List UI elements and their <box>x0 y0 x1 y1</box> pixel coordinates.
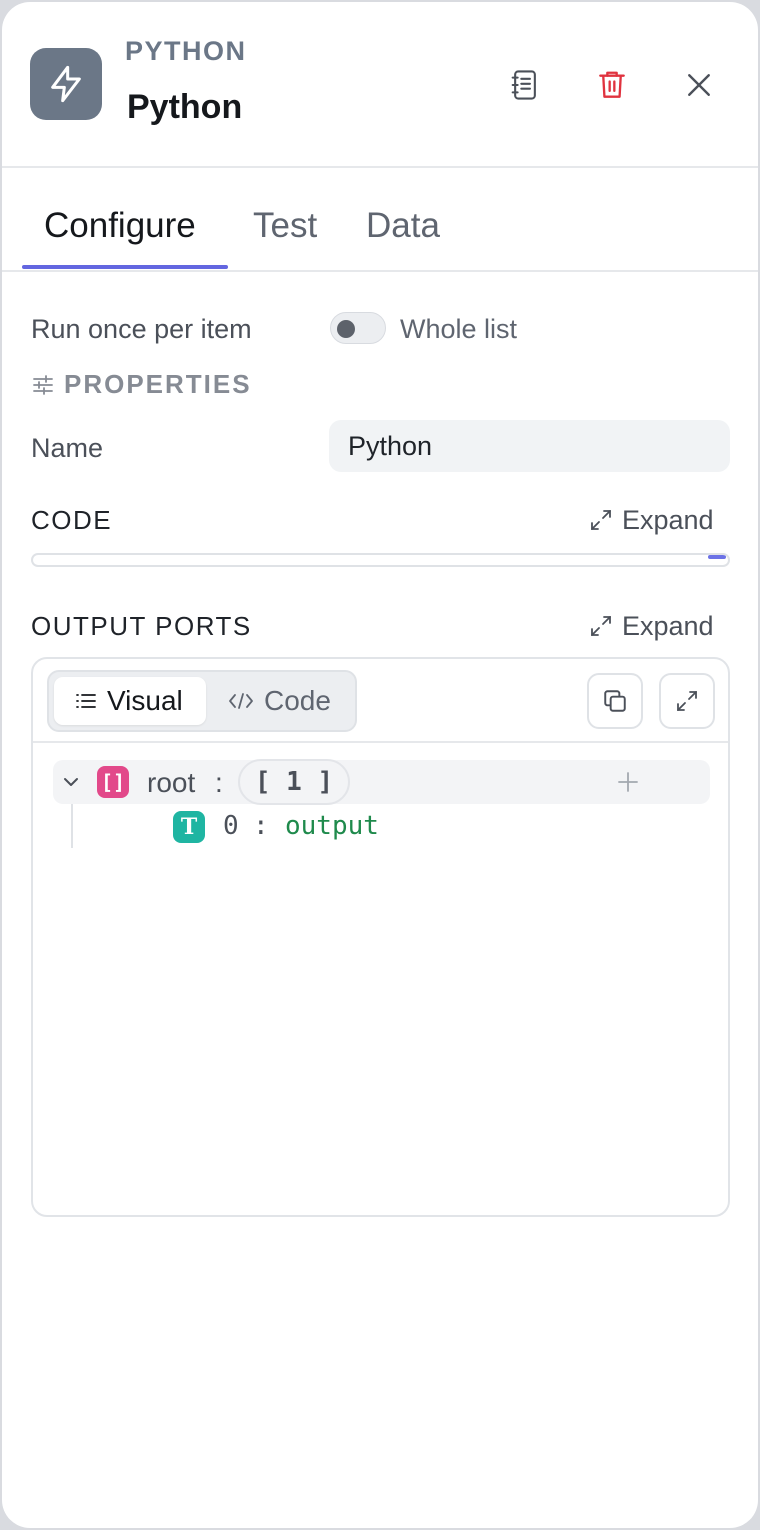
editor-toolbar: Visual Code <box>33 659 728 743</box>
code-editor[interactable] <box>31 553 730 567</box>
tab-configure[interactable]: Configure <box>44 206 196 246</box>
trash-icon <box>599 71 625 98</box>
panel-header: PYTHON Python <box>2 2 758 168</box>
root-colon: : <box>215 767 223 798</box>
code-icon <box>229 693 253 709</box>
output-ports-title: OUTPUT PORTS <box>31 611 252 641</box>
copy-button[interactable] <box>587 673 643 729</box>
tree-item-row[interactable]: T 0 : output <box>53 809 710 845</box>
root-key: root <box>147 767 196 798</box>
docs-icon <box>511 70 536 100</box>
node-config-panel: PYTHON Python Configure Test Data Run on… <box>2 2 758 1528</box>
tree-root-row[interactable]: [] root : [ 1 ] <box>53 759 710 805</box>
node-title: Python <box>127 88 243 126</box>
docs-button[interactable] <box>502 62 548 108</box>
ports-expand-label: Expand <box>622 610 714 641</box>
ports-expand-button[interactable]: Expand <box>589 609 714 643</box>
close-button[interactable] <box>676 62 722 108</box>
tab-bar: Configure Test Data <box>2 168 758 272</box>
toggle-knob <box>337 320 355 338</box>
tab-data[interactable]: Data <box>366 206 440 246</box>
array-count-pill: [ 1 ] <box>238 759 350 805</box>
copy-icon <box>604 690 626 712</box>
visual-mode-label: Visual <box>107 685 183 716</box>
run-mode-toggle[interactable] <box>330 312 386 344</box>
array-type-badge: [] <box>97 766 129 798</box>
output-ports-editor: Visual Code [] root: [1] T 0: output <box>31 657 730 1217</box>
properties-title: PROPERTIES <box>64 369 252 399</box>
item-colon: : <box>253 811 269 841</box>
run-mode-label: Run once per item <box>31 314 252 344</box>
delete-button[interactable] <box>589 62 635 108</box>
fullscreen-icon <box>677 691 697 711</box>
close-icon <box>688 74 710 96</box>
tab-test[interactable]: Test <box>253 206 317 246</box>
active-tab-indicator <box>22 265 228 269</box>
fullscreen-button[interactable] <box>659 673 715 729</box>
expand-icon <box>591 616 611 636</box>
chevron-down-icon[interactable] <box>61 772 81 792</box>
item-value[interactable]: output <box>285 811 379 841</box>
list-icon <box>76 694 96 708</box>
code-section-title: CODE <box>31 505 113 535</box>
string-type-badge: T <box>173 811 205 843</box>
expand-icon <box>591 510 611 530</box>
plus-icon[interactable] <box>616 770 640 794</box>
code-scrollbar[interactable] <box>708 555 726 559</box>
name-label: Name <box>31 433 104 463</box>
visual-mode-button[interactable]: Visual <box>54 677 206 725</box>
node-type-label: PYTHON <box>125 36 247 66</box>
view-mode-switch: Visual Code <box>47 670 357 732</box>
sliders-icon <box>33 375 53 395</box>
code-expand-label: Expand <box>622 504 714 535</box>
code-mode-label: Code <box>264 685 331 716</box>
code-mode-button[interactable]: Code <box>214 677 349 725</box>
code-expand-button[interactable]: Expand <box>589 503 714 537</box>
lightning-icon <box>30 48 102 120</box>
name-field[interactable] <box>329 420 730 472</box>
item-key: 0 <box>223 811 239 841</box>
toggle-label: Whole list <box>400 314 518 344</box>
